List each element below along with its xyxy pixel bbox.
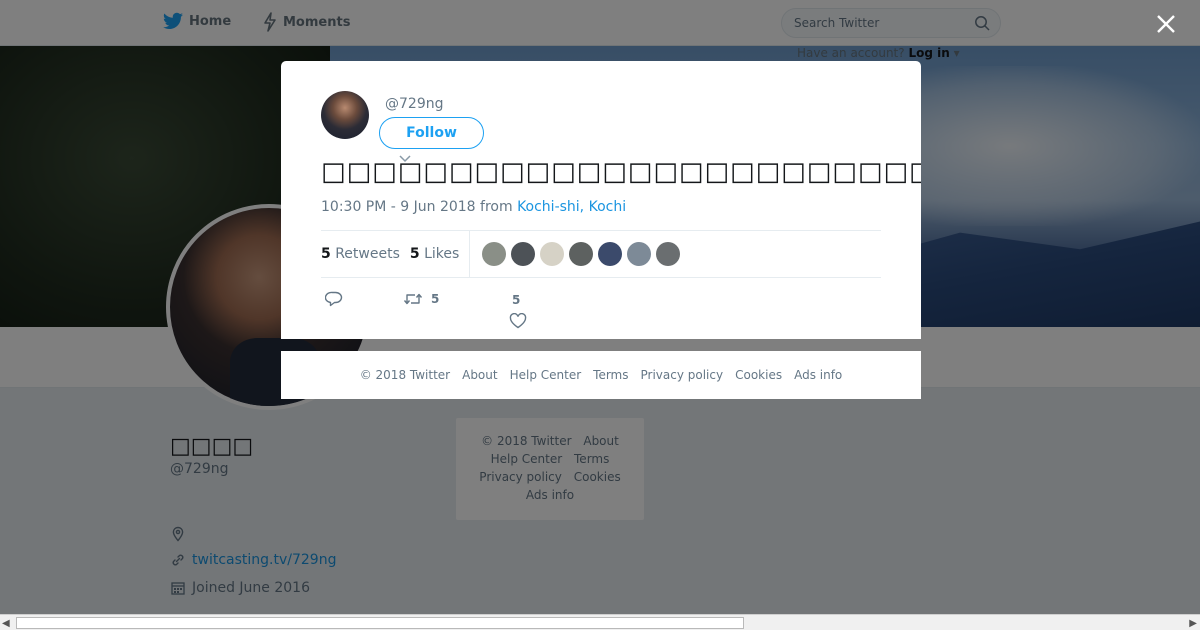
scrollbar-thumb[interactable]: [16, 617, 744, 629]
likes-stat[interactable]: 5 Likes: [410, 246, 459, 262]
tweet-stats: 5 Retweets 5 Likes: [321, 230, 881, 278]
footer-about[interactable]: About: [462, 368, 497, 382]
liker-avatar[interactable]: [569, 242, 594, 266]
likes-label: Likes: [424, 246, 460, 262]
retweet-icon: [403, 293, 423, 305]
footer-terms[interactable]: Terms: [593, 368, 628, 382]
tweet-text: □□□□□□□□□□□□□□□□□□□□□□□□□□□□□□□□□□□□□□□□…: [321, 157, 921, 187]
tweet-timestamp: 10:30 PM - 9 Jun 2018 from Kochi-shi, Ko…: [321, 199, 626, 215]
heart-icon: [509, 313, 527, 329]
liker-avatar[interactable]: [540, 242, 565, 266]
likes-count: 5: [409, 246, 420, 262]
tweet-author-avatar[interactable]: [321, 91, 369, 139]
retweets-count: 5: [321, 246, 331, 262]
footer-copyright: © 2018 Twitter: [359, 368, 451, 382]
reply-icon: [325, 291, 343, 307]
scroll-right-arrow-icon[interactable]: ▶: [1189, 618, 1197, 629]
footer-help-center[interactable]: Help Center: [510, 368, 582, 382]
like-action-count: 5: [512, 293, 521, 307]
close-icon[interactable]: [1154, 12, 1178, 36]
retweets-label: Retweets: [335, 246, 400, 262]
liker-avatar[interactable]: [598, 242, 623, 266]
tweet-author-handle[interactable]: @729ng: [385, 96, 443, 112]
stats-divider: [469, 230, 471, 278]
footer-cookies[interactable]: Cookies: [735, 368, 782, 382]
follow-button[interactable]: Follow: [379, 117, 484, 149]
footer-privacy[interactable]: Privacy policy: [641, 368, 724, 382]
scroll-left-arrow-icon[interactable]: ◀: [2, 618, 10, 629]
likers-avatars: [482, 242, 681, 266]
footer-ads-info[interactable]: Ads info: [794, 368, 842, 382]
tweet-actions: 5 5: [321, 287, 881, 331]
liker-avatar[interactable]: [482, 242, 507, 266]
retweet-button[interactable]: 5: [403, 291, 439, 307]
like-button[interactable]: [509, 313, 527, 329]
modal-footer: © 2018 Twitter About Help Center Terms P…: [281, 351, 921, 399]
liker-avatar[interactable]: [627, 242, 652, 266]
retweet-action-count: 5: [431, 292, 440, 306]
reply-button[interactable]: [325, 291, 343, 307]
retweets-stat[interactable]: 5 Retweets: [321, 246, 400, 262]
liker-avatar[interactable]: [511, 242, 536, 266]
tweet-time-text: 10:30 PM - 9 Jun 2018 from: [321, 199, 518, 215]
tweet-place-link[interactable]: Kochi-shi, Kochi: [517, 199, 626, 215]
tweet-modal: @729ng Follow □□□□□□□□□□□□□□□□□□□□□□□□□□…: [281, 61, 921, 339]
horizontal-scrollbar[interactable]: ◀ ▶: [0, 614, 1200, 630]
liker-avatar[interactable]: [656, 242, 681, 266]
